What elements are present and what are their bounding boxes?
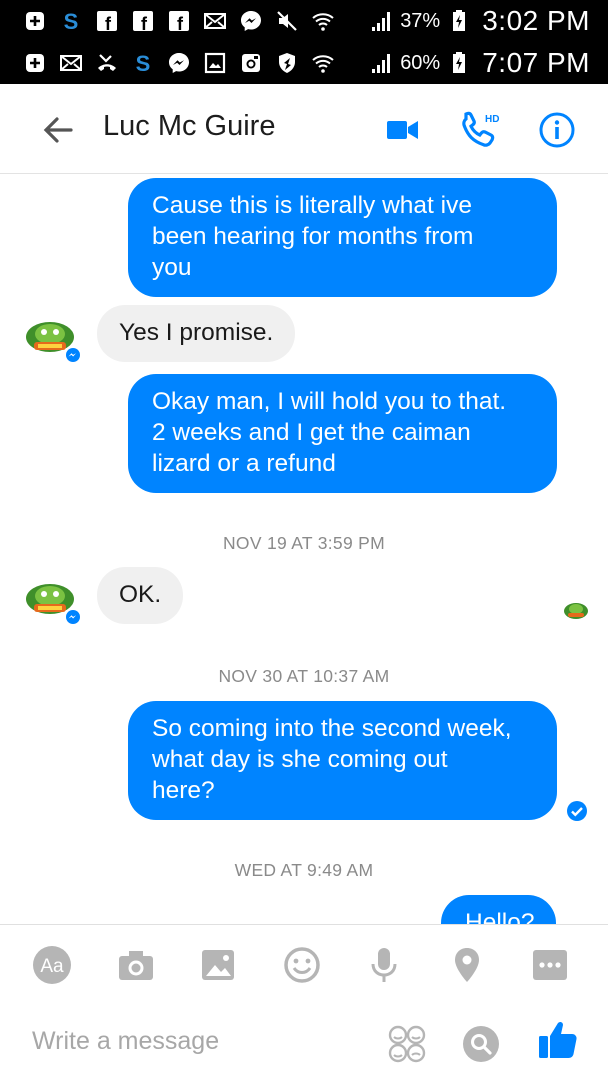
video-camera-icon[interactable] <box>380 108 424 152</box>
signal-icon <box>368 51 394 75</box>
emoji-icon[interactable] <box>282 945 322 985</box>
plus-box-icon <box>22 9 48 33</box>
svg-text:S: S <box>136 51 151 75</box>
stickers-icon[interactable] <box>387 1024 427 1064</box>
message-text-line: been hearing for months from <box>152 223 474 250</box>
location-pin-icon[interactable] <box>447 945 487 985</box>
status-time: 7:07 PM <box>482 47 590 78</box>
message-text-line: here? <box>152 777 215 804</box>
message-input[interactable]: Write a message <box>32 1027 219 1056</box>
messenger-icon <box>238 9 264 33</box>
messenger-conversation: Luc Mc Guire HD Cause this is literally … <box>0 84 608 1080</box>
plus-box-icon <box>22 51 48 75</box>
hd-phone-icon[interactable]: HD <box>458 108 502 152</box>
signal-icon <box>368 9 394 33</box>
battery-charging-icon <box>446 51 472 75</box>
status-bar-bottom: S 60% 7:07 PM <box>0 42 608 84</box>
message-text-line: lizard or a refund <box>152 450 336 477</box>
wifi-icon <box>310 51 336 75</box>
message-text-line: OK. <box>119 581 162 608</box>
status-time: 3:02 PM <box>482 5 590 36</box>
wifi-icon <box>310 9 336 33</box>
more-dots-icon[interactable] <box>530 945 570 985</box>
skype-icon: S <box>130 51 156 75</box>
gif-search-icon[interactable] <box>460 1023 502 1065</box>
mail-icon <box>202 9 228 33</box>
battery-percent: 37% <box>400 9 441 32</box>
microphone-icon[interactable] <box>364 945 404 985</box>
message-text-line: what day is she coming out <box>152 746 448 773</box>
gallery-icon <box>202 51 228 75</box>
back-arrow-icon[interactable] <box>40 112 76 148</box>
delivered-check-icon <box>567 801 587 821</box>
messenger-badge-icon <box>64 346 82 364</box>
timestamp-divider: WED AT 9:49 AM <box>234 860 374 880</box>
instagram-icon <box>238 51 264 75</box>
mute-icon <box>274 9 300 33</box>
info-icon[interactable] <box>535 108 579 152</box>
svg-text:f: f <box>177 14 184 33</box>
message-text-line: Yes I promise. <box>119 319 274 346</box>
incoming-message-bubble[interactable]: Yes I promise. <box>97 305 296 362</box>
missed-call-icon <box>94 51 120 75</box>
incoming-message-bubble[interactable]: OK. <box>97 567 184 624</box>
text-aa-icon[interactable]: Aa <box>32 945 72 985</box>
svg-text:Aa: Aa <box>40 956 64 977</box>
svg-text:f: f <box>105 14 112 33</box>
svg-text:f: f <box>141 14 148 33</box>
message-text-line: So coming into the second week, <box>152 715 512 742</box>
outgoing-message-bubble[interactable]: So coming into the second week, what day… <box>128 701 557 820</box>
messenger-icon <box>166 51 192 75</box>
message-text-line: Okay man, I will hold you to that. <box>152 388 507 415</box>
facebook-icon: f <box>130 9 156 33</box>
skype-icon: S <box>58 9 84 33</box>
battery-charging-icon <box>446 9 472 33</box>
like-thumbs-up-icon[interactable] <box>535 1018 579 1062</box>
status-bar-top: S f f f 37% 3:02 PM <box>0 0 608 42</box>
message-text-line: Cause this is literally what ive <box>152 192 472 219</box>
image-icon[interactable] <box>198 945 238 985</box>
contact-name[interactable]: Luc Mc Guire <box>103 110 275 143</box>
facebook-icon: f <box>166 9 192 33</box>
timestamp-divider: NOV 30 AT 10:37 AM <box>218 666 390 686</box>
shield-icon <box>274 51 300 75</box>
mail-icon <box>58 51 84 75</box>
message-text-line: 2 weeks and I get the caiman <box>152 419 471 446</box>
outgoing-message-bubble[interactable]: Okay man, I will hold you to that. 2 wee… <box>128 374 557 493</box>
conversation-header: Luc Mc Guire HD <box>0 84 608 174</box>
message-text-line: you <box>152 254 192 281</box>
facebook-icon: f <box>94 9 120 33</box>
message-composer: Aa Write a message <box>0 924 608 1080</box>
messenger-badge-icon <box>64 608 82 626</box>
seen-by-avatar <box>564 603 588 619</box>
svg-text:S: S <box>64 9 79 33</box>
timestamp-divider: NOV 19 AT 3:59 PM <box>222 533 386 553</box>
svg-text:HD: HD <box>485 114 499 125</box>
battery-percent: 60% <box>400 51 441 74</box>
outgoing-message-bubble[interactable]: Cause this is literally what ive been he… <box>128 178 557 297</box>
camera-icon[interactable] <box>116 945 156 985</box>
